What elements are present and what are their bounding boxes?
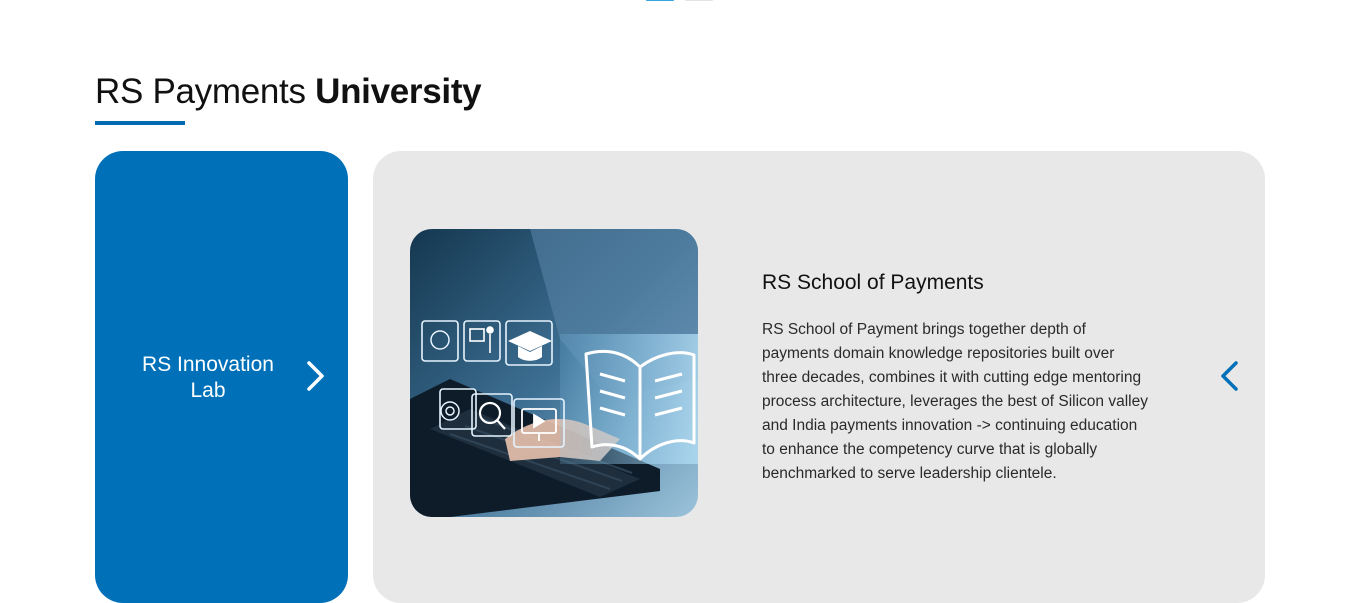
- section-title-regular: RS Payments: [95, 72, 306, 111]
- pager-dot-active[interactable]: [646, 0, 674, 1]
- chevron-right-icon[interactable]: [303, 359, 327, 393]
- title-underline: [95, 121, 185, 125]
- innovation-lab-card[interactable]: RS Innovation Lab: [95, 151, 348, 603]
- innovation-lab-label: RS Innovation Lab: [142, 353, 274, 402]
- school-title: RS School of Payments: [762, 271, 984, 294]
- school-image: [410, 229, 698, 517]
- pager-dot[interactable]: [685, 0, 713, 1]
- school-of-payments-card: RS School of Payments RS School of Payme…: [373, 151, 1265, 603]
- section-title-bold: University: [315, 72, 482, 111]
- carousel-pager: [646, 0, 713, 1]
- school-description: RS School of Payment brings together dep…: [762, 321, 1148, 482]
- section-title: RS Payments University: [95, 72, 482, 112]
- laptop-learning-illustration: [410, 229, 698, 517]
- chevron-left-icon[interactable]: [1218, 359, 1242, 393]
- page: RS Payments University RS Innovation Lab: [0, 0, 1360, 603]
